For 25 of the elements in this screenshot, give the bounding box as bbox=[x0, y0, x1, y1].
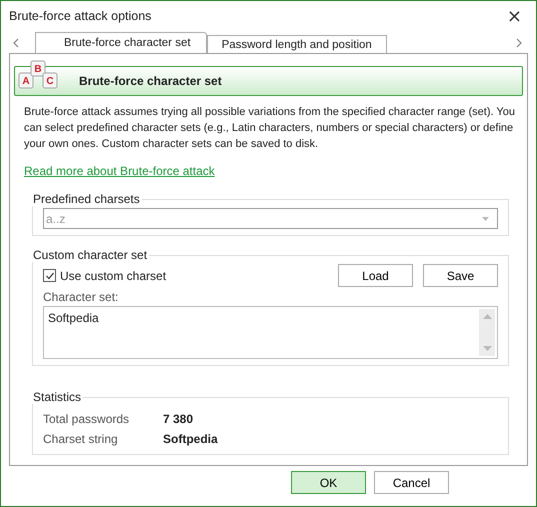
checkbox-label: Use custom charset bbox=[60, 268, 166, 282]
stat-value: 7 380 bbox=[163, 412, 194, 426]
dropdown-caret-icon bbox=[482, 216, 489, 220]
checkbox[interactable] bbox=[43, 269, 56, 282]
cancel-button[interactable]: Cancel bbox=[374, 471, 449, 494]
tab[interactable]: Password length and position bbox=[206, 35, 387, 53]
tab[interactable]: Brute-force character set bbox=[35, 32, 207, 53]
field-label: Character set: bbox=[43, 290, 120, 304]
window-title: Brute-force attack options bbox=[9, 9, 152, 23]
read-more-link[interactable]: Read more about Brute-force attack bbox=[24, 164, 215, 178]
group-title: Custom character set bbox=[32, 248, 148, 262]
charset-button[interactable]: Save bbox=[423, 264, 498, 287]
ok-button[interactable]: OK bbox=[291, 471, 366, 494]
group-title: Statistics bbox=[32, 390, 82, 404]
stat-label: Total passwords bbox=[43, 412, 130, 426]
character-set-field[interactable]: Softpedia bbox=[43, 306, 498, 359]
close-button[interactable]: × bbox=[502, 6, 526, 26]
section-title: Brute-force character set bbox=[79, 74, 222, 88]
charset-button[interactable]: Load bbox=[338, 264, 413, 287]
group-title: Predefined charsets bbox=[32, 192, 141, 206]
scroll-left-icon[interactable] bbox=[13, 38, 19, 48]
scroll-right-icon[interactable] bbox=[516, 38, 522, 48]
description-text: Brute-force attack assumes trying all possible variations from the specified character range (set). You can select predefined character sets (e.g., Latin characters, numbers or special characters) or define your own ones. Custom character sets can be saved to disk. bbox=[24, 105, 516, 152]
stat-label: Charset string bbox=[43, 432, 119, 446]
stat-value: Softpedia bbox=[163, 432, 218, 446]
